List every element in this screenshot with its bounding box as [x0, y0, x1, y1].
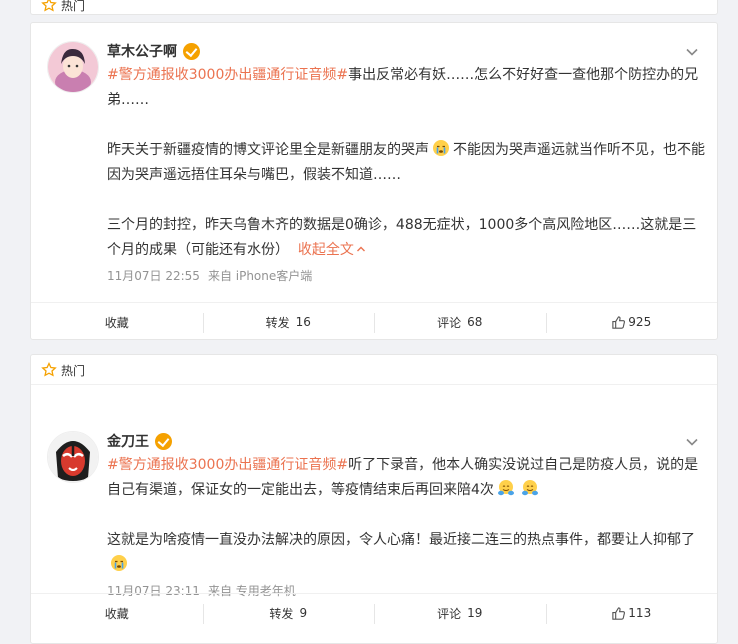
username[interactable]: 草木公子啊 — [107, 41, 200, 61]
post-time[interactable]: 11月07日 22:55 — [107, 269, 200, 283]
star-icon — [41, 362, 57, 377]
hot-label: 热门 — [61, 363, 86, 378]
thumbs-up-icon[interactable] — [611, 315, 626, 330]
repost-count[interactable]: 16 — [296, 315, 311, 329]
avatar[interactable] — [47, 431, 99, 483]
hug-emoji-icon — [521, 480, 538, 496]
repost-button[interactable]: 转发 16 — [202, 303, 375, 341]
hug-emoji-icon — [497, 480, 514, 496]
repost-count[interactable]: 9 — [299, 606, 307, 620]
post-paragraph: 这就是为啥疫情一直没办法解决的原因，令人心痛！最近接二连三的热点事件，都要让人抑… — [107, 532, 695, 548]
favorite-label[interactable]: 收藏 — [105, 314, 129, 331]
avatar[interactable] — [47, 41, 99, 93]
feed-card: 草木公子啊 #警方通报收3000办出疆通行证音频#事出反常必有妖……怎么不好好查… — [30, 22, 718, 340]
topic-link[interactable]: #警方通报收3000办出疆通行证音频# — [107, 67, 348, 83]
post-paragraph: 三个月的封控，昨天乌鲁木齐的数据是0确诊，488无症状，1000多个高风险地区…… — [107, 217, 697, 258]
repost-label[interactable]: 转发 — [269, 605, 293, 622]
favorite-button[interactable]: 收藏 — [31, 594, 203, 632]
post-meta: 11月07日 22:55 来自 iPhone客户端 — [107, 267, 312, 284]
action-bar: 收藏 转发 16 评论 68 925 — [31, 302, 717, 341]
repost-label[interactable]: 转发 — [266, 314, 290, 331]
feed-card: 热门 金刀王 #警方通报收3000办出疆通行证音频#听了下录音，他本人确实没说过… — [30, 354, 718, 644]
favorite-button[interactable]: 收藏 — [31, 303, 203, 341]
post-text: #警方通报收3000办出疆通行证音频#事出反常必有妖……怎么不好好查一查他那个防… — [107, 63, 707, 263]
favorite-label[interactable]: 收藏 — [105, 605, 129, 622]
like-button[interactable]: 113 — [545, 594, 718, 632]
post-paragraph: 昨天关于新疆疫情的博文评论里全是新疆朋友的哭声 — [107, 142, 429, 158]
comment-button[interactable]: 评论 19 — [374, 594, 546, 632]
feed-card-top-partial: 热门 — [30, 0, 718, 15]
hot-label: 热门 — [61, 0, 86, 13]
post-source: 来自 iPhone客户端 — [207, 269, 313, 283]
hot-tag: 热门 — [31, 0, 717, 14]
username-text[interactable]: 金刀王 — [107, 431, 149, 451]
comment-label[interactable]: 评论 — [437, 314, 461, 331]
comment-count[interactable]: 19 — [467, 606, 482, 620]
like-count[interactable]: 113 — [628, 606, 651, 620]
topic-link[interactable]: #警方通报收3000办出疆通行证音频# — [107, 457, 348, 473]
username-text[interactable]: 草木公子啊 — [107, 41, 177, 61]
collapse-text-link[interactable]: 收起全文 — [298, 242, 354, 258]
comment-button[interactable]: 评论 68 — [374, 303, 546, 341]
action-bar: 收藏 转发 9 评论 19 113 — [31, 593, 717, 632]
star-icon — [41, 0, 57, 12]
comment-count[interactable]: 68 — [467, 315, 482, 329]
like-count[interactable]: 925 — [628, 315, 651, 329]
chevron-down-icon[interactable] — [685, 435, 699, 449]
username[interactable]: 金刀王 — [107, 431, 172, 451]
repost-button[interactable]: 转发 9 — [202, 594, 375, 632]
chevron-down-icon[interactable] — [685, 45, 699, 59]
like-button[interactable]: 925 — [545, 303, 718, 341]
crying-emoji-icon — [111, 555, 127, 571]
thumbs-up-icon[interactable] — [611, 606, 626, 621]
post-text: #警方通报收3000办出疆通行证音频#听了下录音，他本人确实没说过自己是防疫人员… — [107, 453, 707, 578]
verified-badge-icon — [183, 42, 200, 60]
crying-emoji-icon — [433, 140, 449, 156]
comment-label[interactable]: 评论 — [437, 605, 461, 622]
hot-tag: 热门 — [31, 359, 717, 381]
verified-badge-icon — [155, 432, 172, 450]
chevron-up-icon[interactable] — [356, 244, 366, 254]
